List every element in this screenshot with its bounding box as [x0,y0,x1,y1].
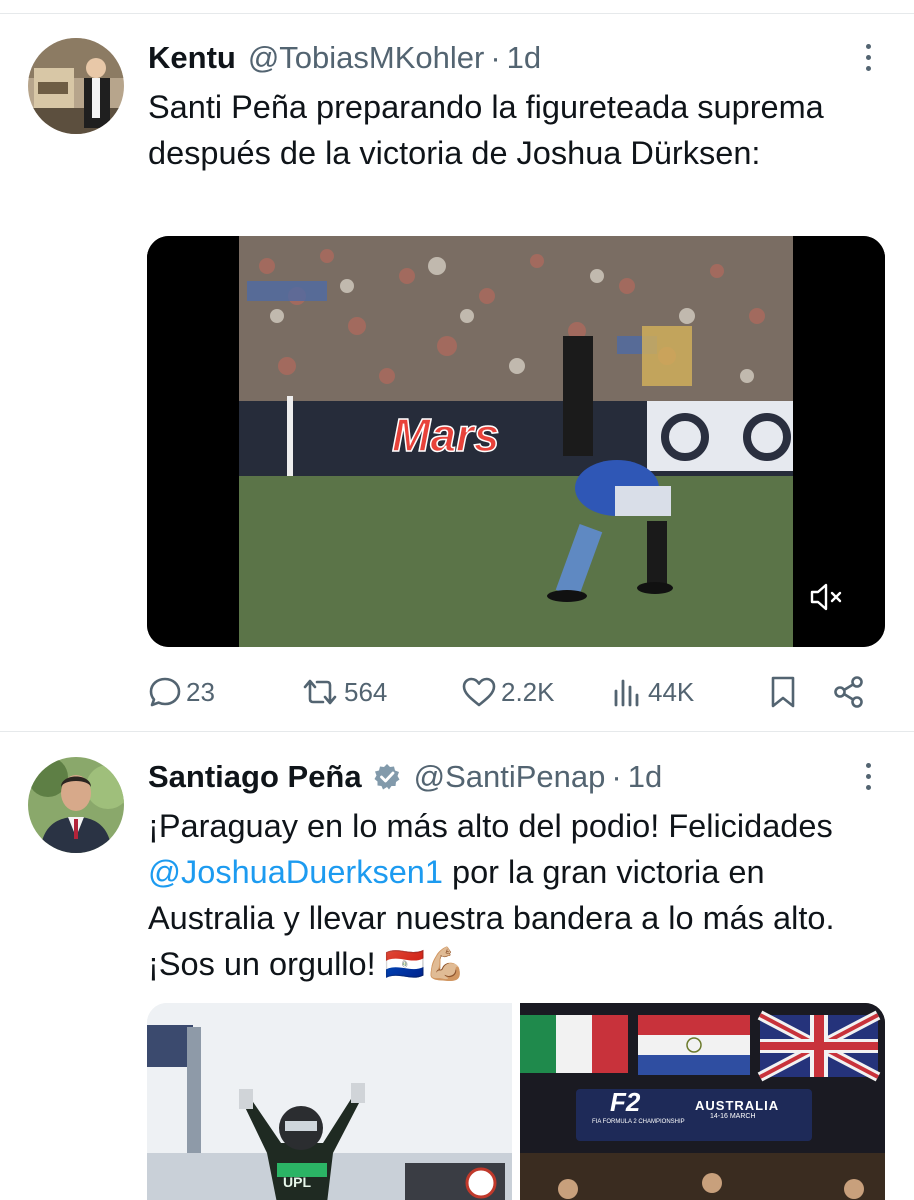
timestamp[interactable]: 1d [628,759,662,795]
tweet-header: Kentu @TobiasMKohler · 1d [148,40,541,76]
like-icon [461,675,497,709]
timestamp[interactable]: 1d [507,40,541,76]
reply-count: 23 [186,676,215,707]
tweet-santiago-pena[interactable]: Santiago Peña @SantiPenap · 1d ¡Paraguay… [0,733,914,1200]
mute-icon[interactable] [809,582,845,617]
media-grid: UPL F2 FIA FORMULA 2 CHAMPIONSHIP AUSTRA… [147,1001,885,1200]
tweet-text-start: ¡Paraguay en lo más alto del podio! Feli… [148,808,833,844]
author-handle[interactable]: @TobiasMKohler [248,40,485,76]
views-icon [610,675,644,709]
board-title: AUSTRALIA [695,1098,780,1113]
f2-logo: F2 [610,1087,641,1117]
board-dates: 14-16 MARCH [710,1113,756,1120]
avatar[interactable] [28,757,124,853]
bookmark-button[interactable] [768,672,798,712]
separator: · [490,40,501,75]
video-frame: Mars [147,236,885,647]
mention-link[interactable]: @JoshuaDuerksen1 [148,854,443,890]
more-icon[interactable] [862,44,874,78]
billboard-text: Mars [392,409,499,461]
repost-count: 564 [344,676,388,707]
tweet-kentu[interactable]: Kentu @TobiasMKohler · 1d Santi Peña pre… [0,14,914,732]
tweet-header: Santiago Peña @SantiPenap · 1d [148,759,662,795]
repost-icon [300,675,340,709]
bookmark-icon [768,675,798,709]
author-handle[interactable]: @SantiPenap [414,759,606,795]
reply-button[interactable]: 23 [148,672,215,712]
top-divider [0,0,914,14]
svg-text:UPL: UPL [283,1174,311,1190]
share-button[interactable] [832,672,866,712]
more-icon[interactable] [862,763,874,797]
media-photo-podium[interactable]: F2 FIA FORMULA 2 CHAMPIONSHIP AUSTRALIA … [520,1003,885,1200]
video-player[interactable]: Mars [147,236,885,647]
media-photo-celebration[interactable]: UPL [147,1003,512,1200]
f2-logo-subtitle: FIA FORMULA 2 CHAMPIONSHIP [592,1119,685,1125]
author-name[interactable]: Santiago Peña [148,759,362,795]
separator: · [611,759,622,794]
reply-icon [148,675,182,709]
author-name[interactable]: Kentu [148,40,236,76]
views-button[interactable]: 44K [610,672,694,712]
tweet-text: ¡Paraguay en lo más alto del podio! Feli… [148,803,888,987]
repost-button[interactable]: 564 [300,672,387,712]
like-button[interactable]: 2.2K [461,672,555,712]
views-count: 44K [648,676,695,707]
tweet-text: Santi Peña preparando la figureteada sup… [148,89,824,171]
like-count: 2.2K [501,676,555,707]
verified-badge-icon [372,762,402,792]
tweet-actions: 23 564 2.2K 44K [148,672,878,712]
avatar[interactable] [28,38,124,134]
share-icon [832,675,866,709]
